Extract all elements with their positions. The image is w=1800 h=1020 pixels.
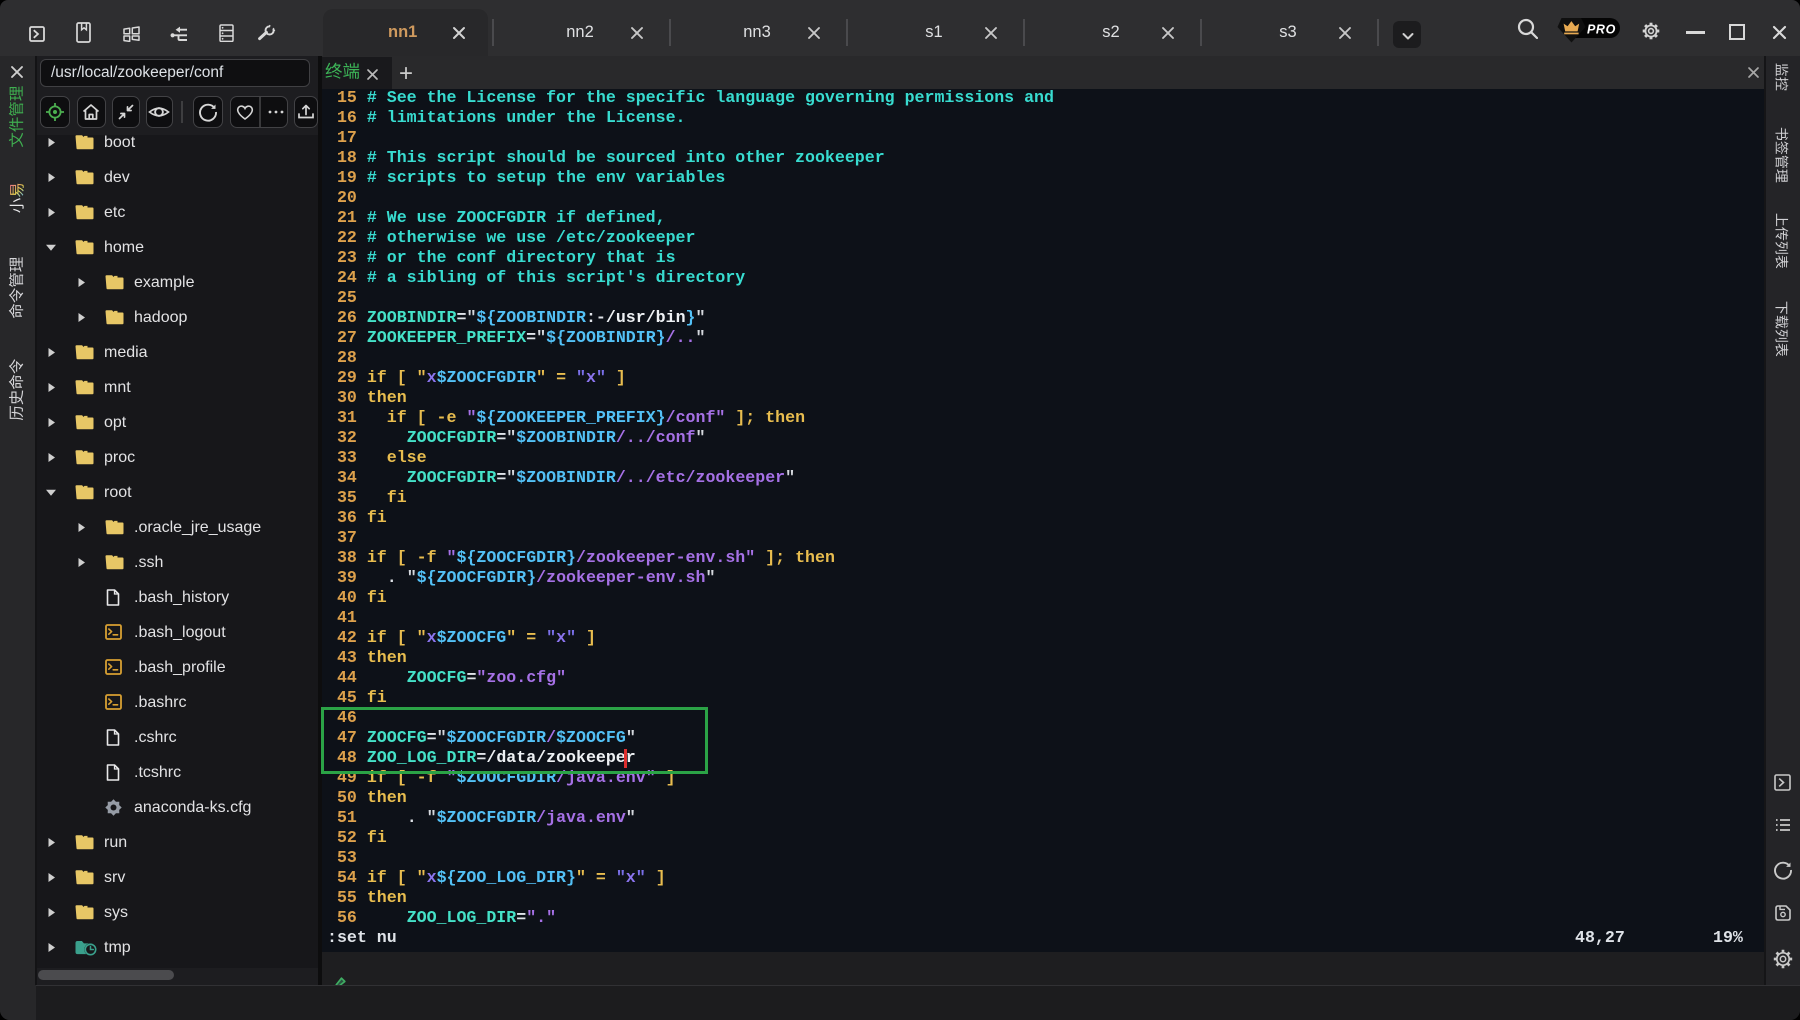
svg-text:PRO: PRO: [1587, 23, 1616, 37]
